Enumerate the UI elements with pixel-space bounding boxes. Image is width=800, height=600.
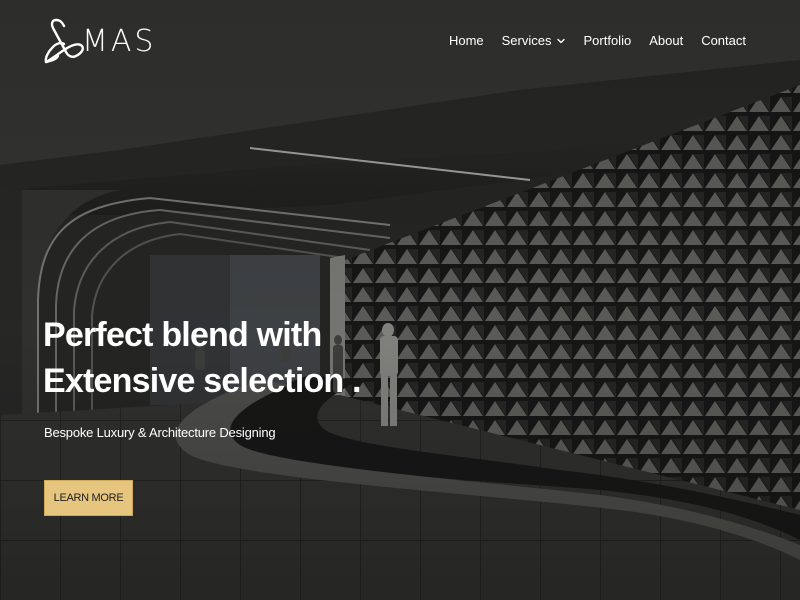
top-navigation: MAS Home Services Portfolio About Contac…: [0, 0, 800, 80]
nav-item-label: Contact: [701, 33, 746, 48]
nav-item-label: Home: [448, 33, 484, 48]
hero-headline-line-2: Extensive selection .: [43, 362, 362, 400]
nav-item-services[interactable]: Services: [502, 33, 566, 49]
brand-logo-text[interactable]: MAS: [82, 25, 156, 59]
nav-item-about[interactable]: About: [649, 33, 683, 49]
nav-item-label: About: [649, 33, 684, 48]
hero-subtitle: Bespoke Luxury & Architecture Designing: [44, 425, 276, 440]
nav-item-portfolio[interactable]: Portfolio: [584, 33, 632, 49]
main-menu: Home Services Portfolio About Contact: [449, 33, 746, 49]
chevron-down-icon: [556, 38, 565, 44]
nav-item-home[interactable]: Home: [449, 33, 484, 49]
nav-item-label: Portfolio: [583, 33, 632, 48]
nav-item-label: Services: [501, 33, 552, 48]
nav-item-contact[interactable]: Contact: [701, 33, 746, 49]
hero-section: MAS Home Services Portfolio About Contac…: [0, 0, 800, 600]
hero-headline: Perfect blend with Extensive selection .: [43, 312, 362, 404]
hero-headline-line-1: Perfect blend with: [43, 316, 322, 354]
learn-more-button[interactable]: LEARN MORE: [44, 480, 133, 516]
